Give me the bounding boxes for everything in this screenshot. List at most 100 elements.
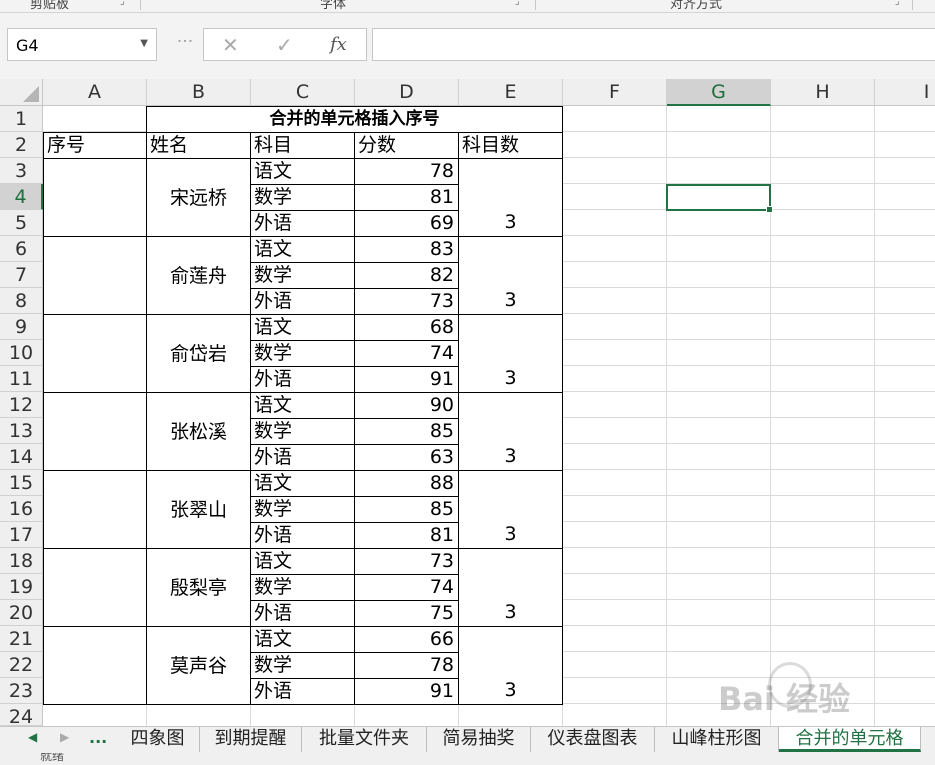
score-cell[interactable]: 90 bbox=[354, 392, 459, 419]
header-cell-subject[interactable]: 科目 bbox=[250, 132, 355, 159]
merged-index-cell[interactable] bbox=[43, 470, 147, 549]
score-cell[interactable]: 85 bbox=[354, 496, 459, 523]
subject-cell[interactable]: 语文 bbox=[250, 314, 355, 341]
row-header-3[interactable]: 3 bbox=[0, 158, 43, 184]
merged-name-cell[interactable]: 张翠山 bbox=[146, 470, 251, 549]
row-header-14[interactable]: 14 bbox=[0, 444, 43, 470]
score-cell[interactable]: 81 bbox=[354, 184, 459, 211]
row-header-19[interactable]: 19 bbox=[0, 574, 43, 600]
row-header-4[interactable]: 4 bbox=[0, 184, 43, 210]
score-cell[interactable]: 82 bbox=[354, 262, 459, 289]
row-header-8[interactable]: 8 bbox=[0, 288, 43, 314]
merged-name-cell[interactable]: 俞莲舟 bbox=[146, 236, 251, 315]
row-header-16[interactable]: 16 bbox=[0, 496, 43, 522]
sheet-tab[interactable]: 仪表盘图表 bbox=[531, 727, 655, 752]
row-header-5[interactable]: 5 bbox=[0, 210, 43, 236]
cancel-icon[interactable]: ✕ bbox=[222, 33, 239, 57]
sheet-tab[interactable]: 批量文件夹 bbox=[302, 727, 427, 752]
prev-sheet-icon[interactable]: ◀ bbox=[28, 730, 37, 744]
row-header-23[interactable]: 23 bbox=[0, 678, 43, 704]
score-cell[interactable]: 81 bbox=[354, 522, 459, 549]
merged-index-cell[interactable] bbox=[43, 626, 147, 705]
header-cell-count[interactable]: 科目数 bbox=[458, 132, 563, 159]
merged-count-cell[interactable]: 3 bbox=[458, 314, 563, 393]
subject-cell[interactable]: 语文 bbox=[250, 158, 355, 185]
score-cell[interactable]: 91 bbox=[354, 366, 459, 393]
score-cell[interactable]: 91 bbox=[354, 678, 459, 705]
subject-cell[interactable]: 语文 bbox=[250, 548, 355, 575]
header-cell-index[interactable]: 序号 bbox=[43, 132, 147, 159]
subject-cell[interactable]: 外语 bbox=[250, 288, 355, 315]
subject-cell[interactable]: 外语 bbox=[250, 600, 355, 627]
row-header-2[interactable]: 2 bbox=[0, 132, 43, 158]
row-header-10[interactable]: 10 bbox=[0, 340, 43, 366]
row-header-21[interactable]: 21 bbox=[0, 626, 43, 652]
score-cell[interactable]: 75 bbox=[354, 600, 459, 627]
merged-name-cell[interactable]: 宋远桥 bbox=[146, 158, 251, 237]
dialog-launcher-icon[interactable]: ⌟ bbox=[515, 0, 520, 7]
merged-index-cell[interactable] bbox=[43, 392, 147, 471]
merged-index-cell[interactable] bbox=[43, 158, 147, 237]
score-cell[interactable]: 63 bbox=[354, 444, 459, 471]
cell-grid[interactable]: 合并的单元格插入序号 序号 姓名 科目 分数 科目数 宋远桥 语文 78 数学 81 外语… bbox=[43, 106, 935, 726]
next-sheet-icon[interactable]: ▶ bbox=[60, 730, 69, 744]
insert-function-icon[interactable]: fx bbox=[330, 34, 347, 55]
drag-handle-icon[interactable]: ⋮ bbox=[176, 33, 195, 47]
column-header-f[interactable]: F bbox=[563, 79, 667, 106]
column-header-g[interactable]: G bbox=[667, 79, 771, 106]
merged-name-cell[interactable]: 殷梨亭 bbox=[146, 548, 251, 627]
score-cell[interactable]: 78 bbox=[354, 158, 459, 185]
row-header-9[interactable]: 9 bbox=[0, 314, 43, 340]
title-cell[interactable]: 合并的单元格插入序号 bbox=[146, 106, 563, 133]
merged-index-cell[interactable] bbox=[43, 314, 147, 393]
subject-cell[interactable]: 语文 bbox=[250, 236, 355, 263]
row-header-7[interactable]: 7 bbox=[0, 262, 43, 288]
merged-count-cell[interactable]: 3 bbox=[458, 392, 563, 471]
merged-count-cell[interactable]: 3 bbox=[458, 548, 563, 627]
score-cell[interactable]: 69 bbox=[354, 210, 459, 237]
column-header-i[interactable]: I bbox=[875, 79, 935, 106]
score-cell[interactable]: 68 bbox=[354, 314, 459, 341]
column-header-c[interactable]: C bbox=[251, 79, 355, 106]
subject-cell[interactable]: 语文 bbox=[250, 470, 355, 497]
row-header-11[interactable]: 11 bbox=[0, 366, 43, 392]
header-cell-score[interactable]: 分数 bbox=[354, 132, 459, 159]
row-header-15[interactable]: 15 bbox=[0, 470, 43, 496]
sheet-tab[interactable]: 简易抽奖 bbox=[427, 727, 531, 752]
score-cell[interactable]: 66 bbox=[354, 626, 459, 653]
subject-cell[interactable]: 外语 bbox=[250, 522, 355, 549]
active-cell-g4[interactable] bbox=[666, 184, 773, 213]
subject-cell[interactable]: 数学 bbox=[250, 340, 355, 367]
score-cell[interactable]: 74 bbox=[354, 340, 459, 367]
score-cell[interactable]: 73 bbox=[354, 288, 459, 315]
name-box[interactable]: G4 ▼ bbox=[7, 28, 157, 61]
row-header-13[interactable]: 13 bbox=[0, 418, 43, 444]
score-cell[interactable]: 78 bbox=[354, 652, 459, 679]
row-header-1[interactable]: 1 bbox=[0, 106, 43, 132]
subject-cell[interactable]: 数学 bbox=[250, 262, 355, 289]
merged-index-cell[interactable] bbox=[43, 548, 147, 627]
subject-cell[interactable]: 数学 bbox=[250, 574, 355, 601]
sheet-tab[interactable]: 四象图 bbox=[116, 727, 200, 752]
merged-count-cell[interactable]: 3 bbox=[458, 158, 563, 237]
merged-count-cell[interactable]: 3 bbox=[458, 470, 563, 549]
formula-input[interactable] bbox=[372, 28, 935, 61]
subject-cell[interactable]: 数学 bbox=[250, 418, 355, 445]
score-cell[interactable]: 83 bbox=[354, 236, 459, 263]
merged-count-cell[interactable]: 3 bbox=[458, 626, 563, 705]
subject-cell[interactable]: 外语 bbox=[250, 366, 355, 393]
merged-name-cell[interactable]: 莫声谷 bbox=[146, 626, 251, 705]
column-header-e[interactable]: E bbox=[459, 79, 563, 106]
column-header-a[interactable]: A bbox=[43, 79, 147, 106]
enter-icon[interactable]: ✓ bbox=[276, 33, 293, 57]
subject-cell[interactable]: 数学 bbox=[250, 496, 355, 523]
subject-cell[interactable]: 外语 bbox=[250, 444, 355, 471]
dialog-launcher-icon[interactable]: ⌟ bbox=[120, 0, 125, 7]
score-cell[interactable]: 73 bbox=[354, 548, 459, 575]
row-header-6[interactable]: 6 bbox=[0, 236, 43, 262]
subject-cell[interactable]: 语文 bbox=[250, 392, 355, 419]
sheet-tab[interactable]: 合并的单元格 bbox=[779, 727, 921, 752]
subject-cell[interactable]: 数学 bbox=[250, 652, 355, 679]
sheet-tab[interactable]: 到期提醒 bbox=[200, 727, 302, 752]
row-header-18[interactable]: 18 bbox=[0, 548, 43, 574]
